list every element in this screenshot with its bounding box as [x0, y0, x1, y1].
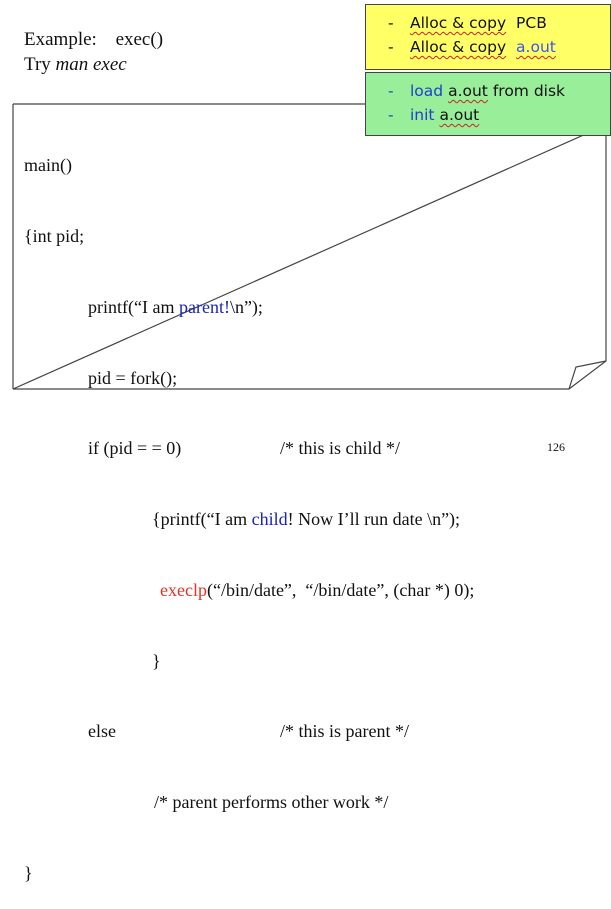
code-line: pid = fork(); — [24, 367, 177, 391]
code-text: pid = fork(); — [88, 367, 178, 388]
note-word-aout: a.out — [448, 82, 488, 100]
code-comment: /* parent performs other work */ — [154, 792, 389, 813]
bullet-dash: - — [388, 14, 394, 32]
note-word-pcb: PCB — [516, 14, 547, 32]
code-line: if (pid = = 0) /* this is child */ — [24, 437, 400, 461]
bullet-dash: - — [388, 38, 394, 56]
code-line: else /* this is parent */ — [24, 720, 409, 744]
code-text: main() — [24, 155, 72, 176]
code-comment: /* this is child */ — [280, 438, 401, 459]
code-text: } — [24, 863, 33, 883]
code-line: {int pid; — [24, 225, 84, 249]
note-yellow-line-1: - Alloc & copy PCB — [388, 11, 600, 35]
page-number: 126 — [547, 440, 565, 454]
code-keyword-parent: parent! — [178, 296, 230, 317]
code-line: } — [24, 862, 33, 886]
note-green: - load a.out from disk - init a.out — [365, 72, 611, 136]
code-listing: main() {int pid; printf(“I am parent!\n”… — [24, 107, 474, 909]
note-word-aout: a.out — [516, 38, 556, 56]
code-text: if (pid = = 0) — [88, 438, 182, 459]
bullet-dash: - — [388, 82, 394, 100]
code-line: /* parent performs other work */ — [24, 791, 388, 815]
note-yellow: - Alloc & copy PCB - Alloc & copy a.out — [365, 4, 611, 70]
code-text: ! Now I’ll run date \n”); — [287, 509, 461, 530]
code-line: execlp(“/bin/date”, “/bin/date”, (char *… — [24, 579, 474, 603]
note-rest: from disk — [492, 82, 566, 100]
note-keyword-load: load — [410, 82, 444, 100]
note-yellow-line-2: - Alloc & copy a.out — [388, 35, 600, 59]
code-text: else — [88, 721, 116, 742]
note-text: Alloc & copy — [410, 14, 507, 32]
code-text: {int pid; — [24, 225, 85, 246]
code-keyword-execlp: execlp — [160, 579, 207, 600]
code-text: \n”); — [229, 296, 263, 317]
note-green-line-2: - init a.out — [388, 103, 600, 127]
code-line: {printf(“I am child! Now I’ll run date \… — [24, 508, 460, 532]
code-line: } — [24, 650, 161, 674]
code-text: (“/bin/date”, “/bin/date”, (char *) 0); — [206, 579, 475, 600]
note-keyword-init: init — [410, 106, 435, 124]
code-comment: /* this is parent */ — [280, 721, 409, 742]
code-text: {printf(“I am — [152, 509, 252, 530]
note-text: Alloc & copy — [410, 38, 507, 56]
bullet-dash: - — [388, 106, 394, 124]
code-text: printf(“I am — [88, 296, 179, 317]
code-line: printf(“I am parent!\n”); — [24, 296, 263, 320]
note-word-aout: a.out — [439, 106, 480, 124]
code-text: } — [152, 650, 161, 671]
code-line: main() — [24, 154, 72, 178]
note-green-line-1: - load a.out from disk — [388, 79, 600, 103]
code-keyword-child: child — [251, 509, 288, 530]
